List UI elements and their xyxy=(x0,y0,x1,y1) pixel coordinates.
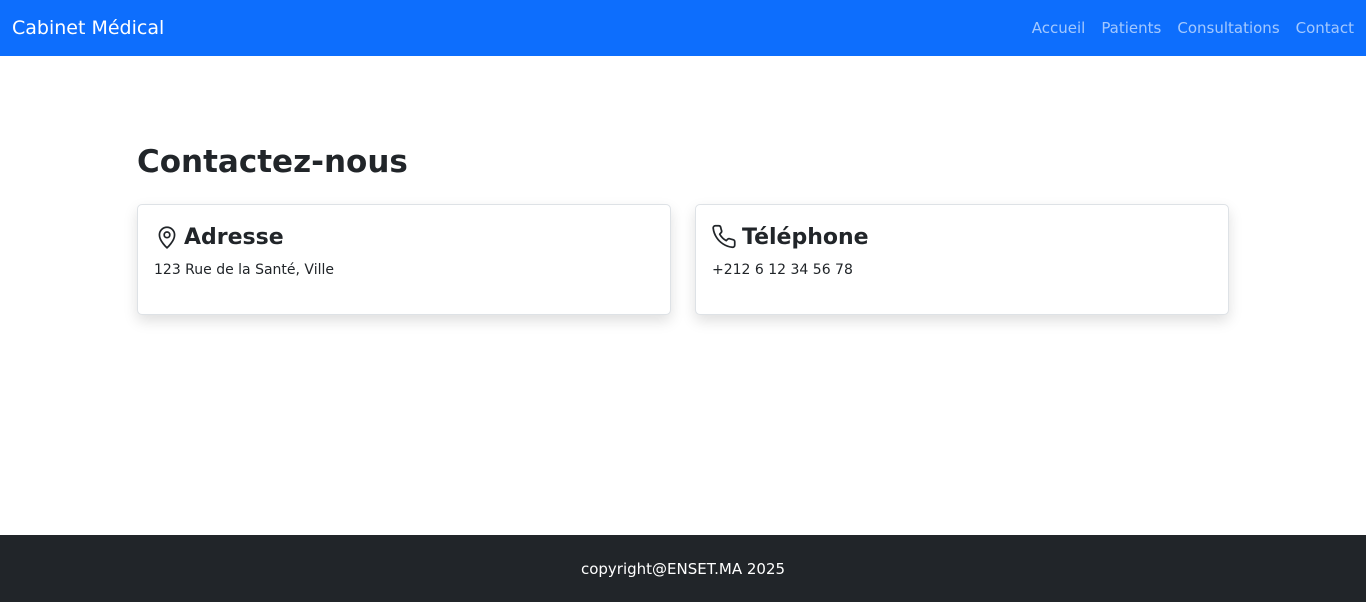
nav-link-contact[interactable]: Contact xyxy=(1296,19,1354,37)
navbar: Cabinet Médical Accueil Patients Consult… xyxy=(0,0,1366,56)
address-card: Adresse 123 Rue de la Santé, Ville xyxy=(137,204,671,315)
page-title: Contactez-nous xyxy=(137,144,408,180)
phone-card: Téléphone +212 6 12 34 56 78 xyxy=(695,204,1229,315)
footer-copyright: copyright@ENSET.MA 2025 xyxy=(580,559,786,578)
address-card-heading: Adresse xyxy=(184,224,284,250)
map-pin-icon xyxy=(154,224,180,250)
nav-link-patients[interactable]: Patients xyxy=(1101,19,1161,37)
nav-links: Accueil Patients Consultations Contact xyxy=(1016,19,1354,37)
brand-link[interactable]: Cabinet Médical xyxy=(12,17,164,39)
phone-card-heading: Téléphone xyxy=(742,224,869,250)
phone-card-title: Téléphone xyxy=(712,222,1212,252)
phone-text: +212 6 12 34 56 78 xyxy=(712,262,853,278)
address-text: 123 Rue de la Santé, Ville xyxy=(154,262,334,278)
address-card-title: Adresse xyxy=(154,222,654,252)
nav-link-consultations[interactable]: Consultations xyxy=(1177,19,1279,37)
nav-link-accueil[interactable]: Accueil xyxy=(1032,19,1086,37)
footer: copyright@ENSET.MA 2025 xyxy=(0,535,1366,602)
phone-icon xyxy=(712,224,738,250)
